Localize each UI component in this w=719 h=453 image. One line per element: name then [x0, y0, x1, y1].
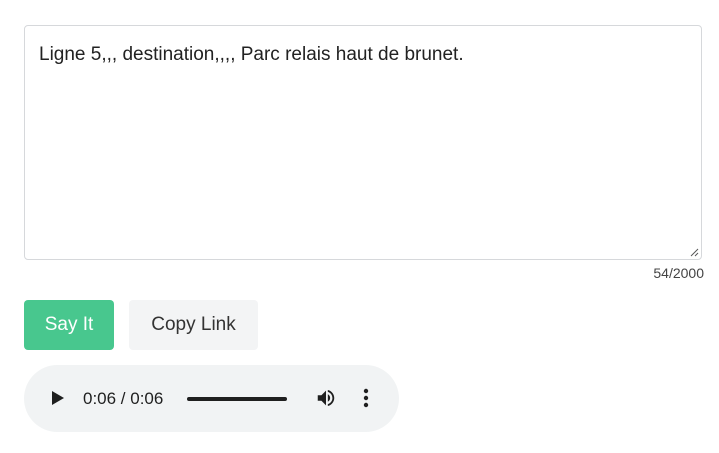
say-it-button[interactable]: Say It	[24, 300, 114, 350]
text-input-value: Ligne 5,,, destination,,,, Parc relais h…	[39, 44, 464, 65]
page: Ligne 5,,, destination,,,, Parc relais h…	[0, 0, 719, 453]
resize-grip-icon[interactable]	[689, 247, 699, 257]
audio-player: 0:06 / 0:06	[24, 365, 399, 432]
audio-seek-progress	[187, 397, 287, 401]
character-counter: 54/2000	[653, 265, 704, 281]
more-vert-icon[interactable]	[358, 387, 374, 409]
audio-time: 0:06 / 0:06	[83, 389, 164, 408]
text-input-area[interactable]: Ligne 5,,, destination,,,, Parc relais h…	[24, 25, 702, 260]
copy-link-button[interactable]: Copy Link	[129, 300, 258, 350]
play-icon[interactable]	[50, 390, 66, 406]
audio-seek-bar[interactable]	[187, 397, 287, 401]
volume-icon[interactable]	[315, 387, 337, 409]
